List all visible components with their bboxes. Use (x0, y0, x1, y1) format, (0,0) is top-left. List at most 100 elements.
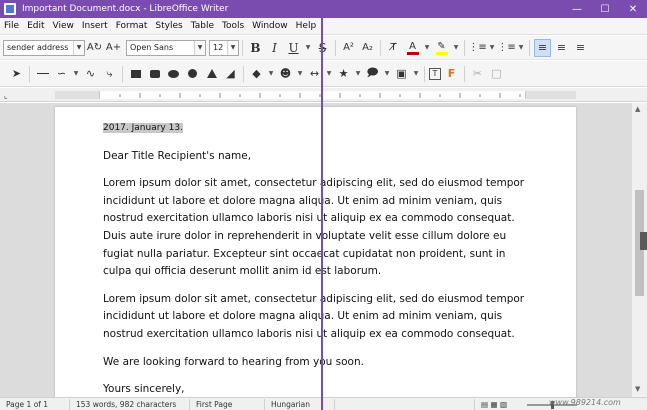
menu-help[interactable]: Help (292, 21, 321, 31)
document-text[interactable]: 2017. January 13. Dear Title Recipient's… (103, 119, 533, 397)
bold-icon[interactable]: B (247, 39, 264, 57)
menu-styles[interactable]: Styles (151, 21, 186, 31)
formatting-toolbar: sender address ▼ A↻ A+ Open Sans ▼ 12 ▼ … (0, 36, 647, 60)
paragraph-style-select[interactable]: sender address ▼ (3, 39, 85, 56)
callout-dropdown-icon[interactable]: ▼ (382, 65, 392, 83)
watermark-text: www.989214.com (549, 398, 621, 407)
menu-insert[interactable]: Insert (78, 21, 112, 31)
freeform-line-icon[interactable]: ∿ (82, 65, 99, 83)
triangle-icon[interactable] (203, 65, 220, 83)
new-style-icon[interactable]: A+ (105, 39, 122, 57)
vertical-scrollbar[interactable]: ▲ ▼ (631, 103, 647, 397)
right-triangle-icon[interactable]: ◢ (222, 65, 239, 83)
menu-edit[interactable]: Edit (23, 21, 48, 31)
underline-icon[interactable]: U (285, 39, 302, 57)
align-left-icon[interactable]: ≡ (534, 38, 551, 57)
ellipse-icon[interactable] (165, 65, 182, 83)
menu-tools[interactable]: Tools (218, 21, 248, 31)
numbered-list-dropdown-icon[interactable]: ▼ (516, 39, 526, 57)
star-icon[interactable]: ★ (335, 65, 352, 83)
document-area[interactable]: 2017. January 13. Dear Title Recipient's… (0, 103, 631, 397)
title-bar: Important Document.docx - LibreOffice Wr… (0, 0, 647, 18)
rectangle-icon[interactable] (127, 65, 144, 83)
sign-off-line[interactable]: Yours sincerely, (103, 381, 533, 397)
scroll-down-icon[interactable]: ▼ (635, 385, 640, 393)
symbol-shapes-dropdown-icon[interactable]: ▼ (295, 65, 305, 83)
font-size-value: 12 (213, 43, 224, 52)
sidebar-toggle-handle[interactable] (640, 232, 647, 250)
horizontal-ruler[interactable]: ⌞ (0, 88, 647, 102)
greeting-line[interactable]: Dear Title Recipient's name, (103, 148, 533, 166)
rectangle-shape (130, 69, 141, 78)
separator (122, 65, 123, 82)
paragraph-style-value: sender address (7, 43, 69, 52)
italic-icon[interactable]: I (266, 39, 283, 57)
page-count[interactable]: Page 1 of 1 (0, 398, 70, 410)
word-count[interactable]: 153 words, 982 characters (70, 398, 190, 410)
arrow-shapes-dropdown-icon[interactable]: ▼ (324, 65, 334, 83)
diamond-icon[interactable]: ◆ (248, 65, 265, 83)
font-name-select[interactable]: Open Sans ▼ (126, 39, 206, 56)
circle-shape (188, 69, 197, 78)
font-color-dropdown-icon[interactable]: ▼ (422, 39, 432, 57)
language[interactable]: Hungarian (265, 398, 335, 410)
numbered-list-icon[interactable]: ⋮≡ (497, 39, 515, 57)
underline-dropdown-icon[interactable]: ▼ (303, 39, 313, 57)
window-controls: — ☐ ✕ (563, 0, 647, 18)
circle-icon[interactable] (184, 65, 201, 83)
clear-formatting-icon[interactable]: T̸ (385, 39, 402, 57)
menu-format[interactable]: Format (112, 21, 152, 31)
align-center-icon[interactable]: ≡ (553, 39, 570, 57)
superscript-icon[interactable]: A² (340, 39, 357, 57)
text-box-icon[interactable]: T (429, 67, 441, 80)
font-color-bar (406, 51, 419, 55)
toggle-point-edit-icon[interactable]: ✂ (469, 65, 486, 83)
subscript-icon[interactable]: A₂ (359, 39, 376, 57)
line-icon[interactable] (34, 65, 51, 83)
close-button[interactable]: ✕ (619, 0, 647, 18)
body-paragraph-2[interactable]: Lorem ipsum dolor sit amet, consectetur … (103, 291, 533, 344)
select-arrow-icon[interactable]: ➤ (8, 65, 25, 83)
update-style-icon[interactable]: A↻ (86, 39, 103, 57)
align-right-icon[interactable]: ≡ (572, 39, 589, 57)
page-style[interactable]: First Page (190, 398, 265, 410)
curve-dropdown-icon[interactable]: ▼ (71, 65, 81, 83)
callout-icon[interactable]: 🗩 (364, 65, 381, 83)
extrusion-icon[interactable]: □ (488, 65, 505, 83)
star-shapes-dropdown-icon[interactable]: ▼ (353, 65, 363, 83)
body-paragraph-1[interactable]: Lorem ipsum dolor sit amet, consectetur … (103, 175, 533, 281)
scroll-up-icon[interactable]: ▲ (635, 105, 640, 113)
bullet-list-icon[interactable]: ⋮≡ (468, 39, 486, 57)
minimize-button[interactable]: — (563, 0, 591, 18)
flowchart-icon[interactable]: ▣ (393, 65, 410, 83)
separator (380, 39, 381, 56)
menu-file[interactable]: File (0, 21, 23, 31)
document-page[interactable]: 2017. January 13. Dear Title Recipient's… (55, 107, 576, 397)
maximize-button[interactable]: ☐ (591, 0, 619, 18)
flowchart-dropdown-icon[interactable]: ▼ (411, 65, 421, 83)
separator (29, 65, 30, 82)
view-layout-icons[interactable]: ▤ ▦ ▧ (475, 399, 513, 410)
highlight-dropdown-icon[interactable]: ▼ (451, 39, 461, 57)
polygon-icon[interactable]: ⤷ (101, 65, 118, 83)
menu-window[interactable]: Window (248, 21, 292, 31)
writer-app-icon (4, 3, 16, 15)
font-color-icon[interactable]: A (404, 39, 421, 57)
font-size-select[interactable]: 12 ▼ (209, 39, 239, 56)
bullet-list-dropdown-icon[interactable]: ▼ (487, 39, 497, 57)
curve-icon[interactable]: ∽ (53, 65, 70, 83)
date-line[interactable]: 2017. January 13. (103, 123, 183, 133)
menu-table[interactable]: Table (187, 21, 218, 31)
rounded-rectangle-icon[interactable] (146, 65, 163, 83)
smiley-icon[interactable]: ☻ (277, 65, 294, 83)
separator (464, 39, 465, 56)
highlight-color-icon[interactable]: ✎ (433, 39, 450, 57)
basic-shapes-dropdown-icon[interactable]: ▼ (266, 65, 276, 83)
fontwork-icon[interactable]: F (443, 65, 460, 83)
ruler-left-margin (55, 91, 99, 99)
font-color-letter-icon: A (409, 40, 416, 52)
status-spacer (335, 398, 475, 410)
closing-line[interactable]: We are looking forward to hearing from y… (103, 354, 533, 372)
menu-view[interactable]: View (49, 21, 78, 31)
tab-stop-selector-icon[interactable]: ⌞ (4, 91, 8, 100)
